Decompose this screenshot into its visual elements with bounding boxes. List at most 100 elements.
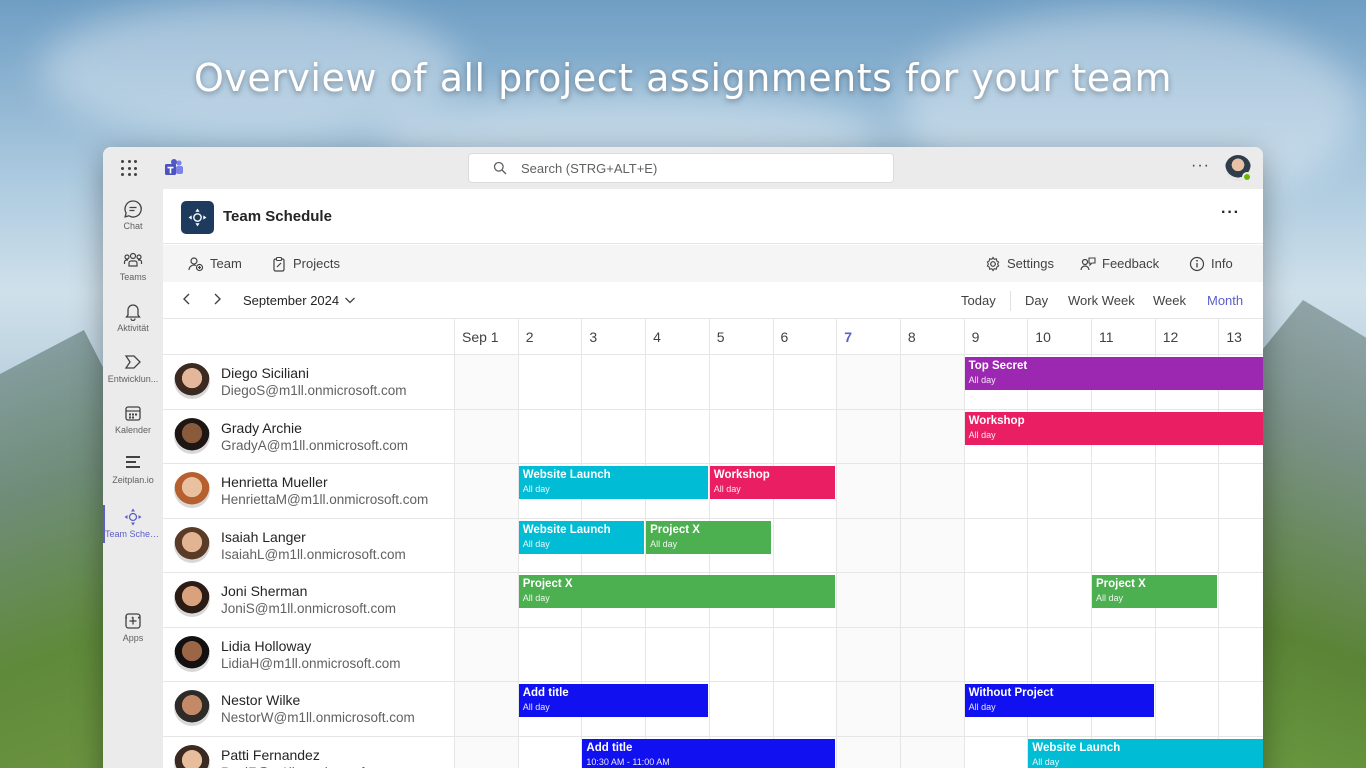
event-bar[interactable]: Website Launch All day — [518, 520, 645, 554]
event-bar[interactable]: Add title All day — [518, 684, 708, 717]
person-row[interactable]: Lidia Holloway LidiaH@m1ll.onmicrosoft.co… — [163, 627, 453, 681]
rail-item-activity[interactable]: Aktivität — [103, 293, 163, 343]
event-bar[interactable]: Top Secret All day — [964, 357, 1263, 390]
rail-label: Chat — [123, 221, 143, 231]
day-header: Sep 1 — [462, 329, 499, 345]
view-day-button[interactable]: Day — [1025, 293, 1048, 308]
person-row[interactable]: Isaiah Langer IsaiahL@m1ll.onmicrosoft.co… — [163, 518, 453, 572]
rail-item-zeitplan[interactable]: Zeitplan.io — [103, 445, 163, 495]
grid-divider — [454, 319, 455, 768]
toolbar: Team Projects Settings Feedback Info — [163, 245, 1263, 282]
avatar — [174, 417, 210, 454]
day-header: 3 — [589, 329, 598, 345]
event-title: Add title — [586, 741, 633, 754]
event-bar[interactable]: Workshop All day — [709, 466, 836, 499]
event-title: Workshop — [968, 414, 1025, 427]
day-header: 5 — [716, 329, 725, 345]
settings-button-label: Settings — [1007, 256, 1054, 271]
person-row[interactable]: Grady Archie GradyA@m1ll.onmicrosoft.com — [163, 409, 453, 463]
event-time: All day — [650, 538, 678, 549]
avatar — [174, 744, 210, 768]
event-bar[interactable]: Add title 10:30 AM - 11:00 AM — [582, 738, 836, 768]
person-add-icon — [188, 256, 204, 271]
event-time: All day — [968, 702, 996, 712]
person-name: Lidia Holloway — [221, 637, 312, 654]
person-row[interactable]: Henrietta Mueller HenriettaM@m1ll.onmicro… — [163, 463, 453, 517]
titlebar-more-button[interactable]: ··· — [1191, 157, 1210, 175]
event-time: All day — [522, 593, 550, 603]
grid-divider — [899, 319, 901, 768]
person-row[interactable]: Nestor Wilke NestorW@m1ll.onmicrosoft.com — [163, 681, 453, 735]
teams-window: Search (STRG+ALT+E) ··· Chat Teams Aktiv… — [103, 147, 1263, 768]
weekend-column — [899, 354, 964, 768]
view-work-week-button[interactable]: Work Week — [1068, 293, 1135, 308]
day-header: 7 — [844, 329, 852, 345]
chevron-down-icon[interactable] — [344, 294, 356, 306]
person-email: HenriettaM@m1ll.onmicrosoft.com — [221, 492, 429, 507]
person-row[interactable]: Diego Siciliani DiegoS@m1ll.onmicrosoft.c… — [163, 354, 453, 408]
today-button[interactable]: Today — [961, 293, 996, 308]
chevron-right-icon[interactable] — [209, 291, 225, 307]
app-more-button[interactable]: ··· — [1221, 204, 1240, 222]
event-bar[interactable]: Without Project All day — [964, 684, 1154, 717]
person-name: Henrietta Mueller — [221, 474, 328, 490]
event-bar[interactable]: Website Launch All day — [518, 466, 708, 499]
rail-item-developer[interactable]: Entwicklun... — [103, 344, 163, 394]
chevron-left-icon[interactable] — [179, 291, 195, 307]
person-name: Grady Archie — [221, 419, 302, 436]
person-email: PattiF@m1ll.onmicrosoft.com — [221, 765, 398, 768]
rail-label: Apps — [122, 633, 144, 643]
person-row[interactable]: Patti Fernandez PattiF@m1ll.onmicrosoft.c… — [163, 736, 453, 768]
person-name: Isaiah Langer — [221, 528, 306, 545]
event-time: All day — [522, 538, 550, 549]
teams-logo-icon — [165, 159, 183, 175]
person-email: LidiaH@m1ll.onmicrosoft.com — [221, 655, 401, 671]
event-bar[interactable]: Website Launch All day — [1028, 738, 1263, 768]
app-rail: Chat Teams Aktivität Entwicklun... Kalen… — [103, 189, 163, 768]
event-bar[interactable]: Project X All day — [646, 520, 772, 554]
event-bar[interactable]: Project X All day — [518, 575, 836, 608]
event-title: Workshop — [713, 469, 770, 481]
event-time: All day — [522, 702, 550, 712]
month-picker[interactable]: September 2024 — [243, 293, 339, 308]
app-launcher-icon[interactable] — [121, 160, 137, 176]
rail-item-apps[interactable]: Apps — [103, 603, 163, 653]
feedback-button[interactable]: Feedback — [1080, 245, 1159, 282]
team-button[interactable]: Team — [188, 245, 242, 282]
lines-icon — [126, 456, 140, 468]
person-name: Joni Sherman — [221, 583, 308, 599]
teams-icon — [123, 252, 143, 267]
event-bar[interactable]: Workshop All day — [964, 411, 1263, 445]
projects-button[interactable]: Projects — [271, 245, 340, 282]
avatar — [174, 526, 210, 563]
person-email: IsaiahL@m1ll.onmicrosoft.com — [221, 546, 406, 562]
rail-item-team-schedule[interactable]: Team Sched... — [103, 499, 163, 549]
rail-item-chat[interactable]: Chat — [103, 191, 163, 241]
avatar — [174, 690, 210, 726]
rail-item-calendar[interactable]: Kalender — [103, 395, 163, 445]
day-header: 8 — [907, 329, 916, 345]
event-title: Website Launch — [522, 469, 611, 481]
info-button-label: Info — [1211, 256, 1233, 271]
weekend-column — [836, 354, 900, 768]
projects-button-label: Projects — [293, 256, 340, 271]
event-time: All day — [1032, 756, 1060, 767]
event-time: All day — [713, 484, 741, 494]
event-time: All day — [522, 484, 550, 494]
view-month-button[interactable]: Month — [1207, 293, 1243, 308]
view-week-button[interactable]: Week — [1153, 293, 1186, 308]
info-button[interactable]: Info — [1189, 245, 1233, 282]
event-title: Project X — [1096, 578, 1146, 590]
settings-button[interactable]: Settings — [985, 245, 1054, 282]
rail-label: Teams — [119, 272, 147, 282]
presence-available-icon — [1242, 172, 1252, 182]
person-row[interactable]: Joni Sherman JoniS@m1ll.onmicrosoft.com — [163, 572, 453, 626]
event-title: Without Project — [968, 687, 1054, 699]
avatar — [174, 363, 210, 399]
event-bar[interactable]: Project X All day — [1092, 575, 1218, 608]
day-header: 10 — [1035, 329, 1051, 345]
title-bar: Search (STRG+ALT+E) ··· — [103, 147, 1263, 189]
search-input[interactable]: Search (STRG+ALT+E) — [468, 153, 894, 183]
grid-divider — [772, 319, 774, 768]
rail-item-teams[interactable]: Teams — [103, 242, 163, 292]
